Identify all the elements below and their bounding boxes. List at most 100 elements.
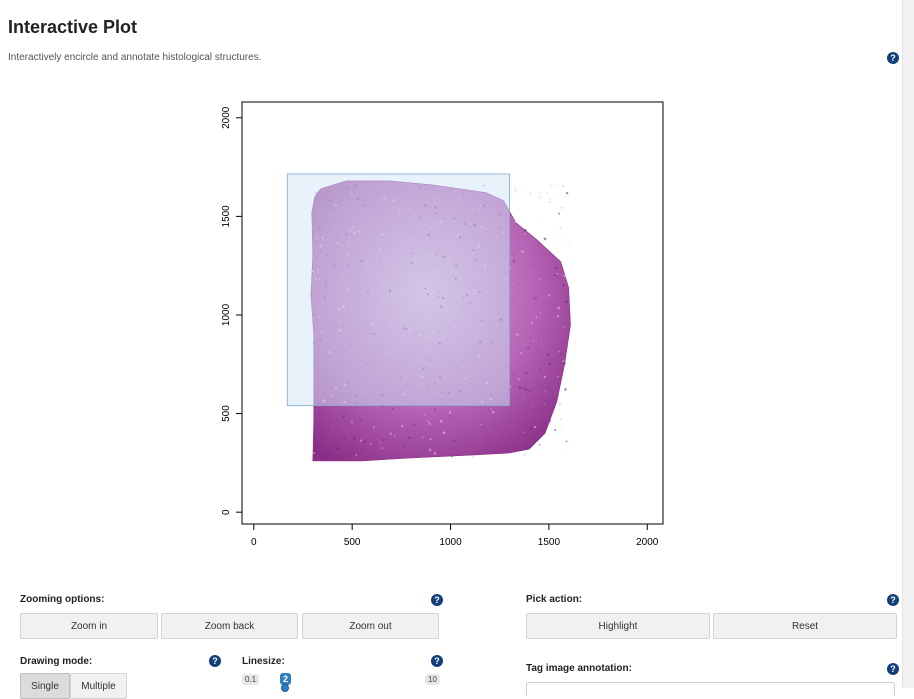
y-axis: 0 500 1000 1500 2000 — [221, 106, 243, 515]
tissue-speckle — [535, 296, 538, 298]
tissue-speckle — [521, 250, 524, 253]
x-tick-label: 500 — [344, 537, 361, 548]
reset-button[interactable]: Reset — [713, 613, 897, 639]
tissue-speckle — [565, 191, 569, 195]
tissue-speckle — [546, 353, 550, 356]
linesize-label: Linesize: — [242, 656, 285, 667]
tissue-speckle — [556, 273, 558, 275]
tissue-speckle — [554, 273, 557, 277]
tissue-speckle — [562, 185, 564, 187]
tissue-speckle — [532, 405, 534, 407]
tissue-speckle — [515, 374, 517, 376]
y-tick-label: 1000 — [221, 303, 232, 326]
selection-layer[interactable] — [286, 173, 510, 407]
tissue-speckle — [350, 425, 352, 427]
tissue-speckle — [433, 408, 437, 411]
tissue-speckle — [520, 352, 523, 355]
tissue-speckle — [468, 437, 470, 439]
tissue-speckle — [539, 368, 542, 370]
tissue-speckle — [556, 315, 560, 318]
linesize-slider-handle[interactable] — [281, 684, 289, 692]
tissue-speckle — [480, 423, 482, 426]
tissue-speckle — [490, 408, 492, 410]
tissue-speckle — [523, 453, 526, 456]
tissue-speckle — [514, 188, 517, 191]
tissue-speckle — [543, 237, 547, 241]
tissue-speckle — [433, 451, 437, 455]
tissue-speckle — [557, 325, 559, 327]
tissue-speckle — [511, 256, 513, 258]
tissue-speckle — [524, 348, 526, 351]
tissue-speckle — [555, 184, 557, 187]
x-tick-label: 0 — [251, 537, 257, 548]
drawing-help-icon[interactable]: ? — [209, 655, 221, 667]
tissue-speckle — [540, 340, 543, 342]
tissue-speckle — [476, 441, 478, 443]
tissue-speckle — [548, 419, 552, 422]
y-tick-label: 2000 — [221, 106, 232, 129]
drawing-mode-label: Drawing mode: — [20, 656, 93, 667]
interactive-plot[interactable]: 0 500 1000 1500 2000 0 500 1000 1500 2000 — [0, 0, 914, 560]
tissue-speckle — [514, 190, 517, 193]
tissue-speckle — [373, 444, 376, 446]
tissue-speckle — [546, 191, 549, 194]
tissue-speckle — [343, 436, 346, 439]
tissue-speckle — [548, 294, 551, 297]
tissue-speckle — [465, 442, 467, 444]
tissue-speckle — [442, 431, 446, 435]
drawing-single-button[interactable]: Single — [20, 673, 70, 699]
highlight-button[interactable]: Highlight — [526, 613, 710, 639]
tissue-speckle — [544, 422, 547, 425]
tag-help-icon[interactable]: ? — [887, 663, 899, 675]
tissue-speckle — [401, 424, 404, 428]
tissue-speckle — [471, 455, 475, 458]
zoom-help-icon[interactable]: ? — [431, 594, 443, 606]
tissue-speckle — [359, 439, 363, 442]
y-tick-label: 0 — [221, 509, 232, 515]
tag-annotation-label: Tag image annotation: — [526, 663, 632, 674]
tissue-speckle — [516, 333, 519, 336]
tissue-speckle — [451, 455, 454, 458]
tissue-speckle — [563, 310, 565, 313]
tissue-speckle — [408, 436, 411, 439]
tissue-speckle — [535, 316, 538, 319]
tissue-speckle — [499, 439, 502, 441]
linesize-max-label: 10 — [425, 674, 440, 685]
tissue-speckle — [554, 266, 557, 270]
linesize-help-icon[interactable]: ? — [431, 655, 443, 667]
tag-annotation-input[interactable] — [526, 682, 895, 696]
zoom-out-button[interactable]: Zoom out — [302, 613, 439, 639]
tissue-speckle — [531, 263, 533, 265]
x-tick-label: 2000 — [636, 537, 659, 548]
tissue-speckle — [449, 415, 451, 417]
tissue-speckle — [560, 418, 562, 420]
tissue-speckle — [370, 442, 372, 445]
tissue-speckle — [558, 212, 560, 215]
tissue-speckle — [517, 220, 520, 222]
zoom-back-button[interactable]: Zoom back — [161, 613, 298, 639]
pick-help-icon[interactable]: ? — [887, 594, 899, 606]
tissue-speckle — [428, 448, 432, 452]
tissue-speckle — [518, 284, 520, 286]
tissue-speckle — [535, 409, 537, 412]
tissue-speckle — [544, 403, 546, 405]
tissue-speckle — [518, 386, 522, 389]
tissue-speckle — [539, 311, 542, 314]
x-tick-label: 1000 — [439, 537, 462, 548]
tissue-speckle — [424, 413, 427, 416]
tissue-speckle — [379, 441, 381, 443]
tissue-speckle — [560, 274, 563, 276]
zoom-in-button[interactable]: Zoom in — [20, 613, 158, 639]
drawing-multiple-button[interactable]: Multiple — [70, 673, 127, 699]
tissue-speckle — [391, 407, 394, 410]
tissue-speckle — [537, 219, 539, 221]
tissue-speckle — [544, 390, 547, 392]
tissue-speckle — [363, 440, 366, 443]
tissue-speckle — [555, 391, 557, 393]
tissue-speckle — [567, 244, 570, 246]
tissue-speckle — [512, 253, 514, 255]
tissue-speckle — [359, 418, 362, 421]
tissue-speckle — [342, 415, 345, 418]
tissue-speckle — [559, 428, 562, 431]
tissue-speckle — [428, 422, 431, 425]
